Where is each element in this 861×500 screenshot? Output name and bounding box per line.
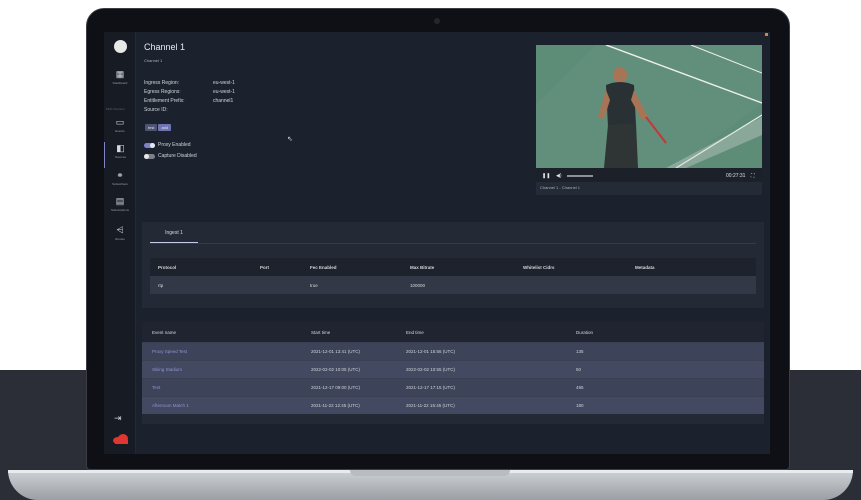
event-name-link[interactable]: Test bbox=[142, 385, 311, 390]
sidebar-item-dashboard[interactable]: ▦ Dashboard bbox=[104, 68, 136, 94]
egress-regions-label: Egress Regions: bbox=[144, 89, 181, 95]
proxy-toggle-label: Proxy Enabled bbox=[158, 142, 191, 148]
tag-chip[interactable]: test bbox=[145, 124, 158, 131]
table-row[interactable]: Test 2021-12-17 09:00 (UTC) 2021-12-17 1… bbox=[142, 378, 764, 396]
page-subtitle: Channel 1 bbox=[144, 58, 163, 63]
table-cell: 180 bbox=[576, 403, 584, 408]
column-header: Max Bitrate bbox=[410, 264, 435, 270]
sidebar-item-subscriptions[interactable]: ▤ Subscriptions bbox=[104, 195, 136, 221]
events-icon: ▭ bbox=[115, 117, 125, 127]
source-id-label: Source ID: bbox=[144, 107, 168, 113]
egress-regions-value: eu-west-1 bbox=[213, 89, 235, 95]
capture-toggle[interactable] bbox=[144, 153, 155, 159]
entitlement-prefix-value: channel1 bbox=[213, 98, 234, 104]
sidebar-item-events[interactable]: ▭ Events bbox=[104, 116, 136, 142]
dashboard-icon: ▦ bbox=[115, 69, 125, 79]
video-time: 00:27:31 bbox=[726, 173, 746, 179]
table-cell: 2021-12-17 17:15 (UTC) bbox=[406, 385, 456, 390]
sidebar-item-sources[interactable]: ◧ Sources bbox=[104, 142, 136, 168]
pause-icon[interactable]: ❚❚ bbox=[542, 173, 550, 179]
sources-icon: ◧ bbox=[116, 143, 125, 153]
ingress-region-label: Ingress Region: bbox=[144, 80, 180, 86]
table-cell: 2021-11-22 12:45 (UTC) bbox=[311, 403, 360, 408]
events-table-header: Event name Start time End time Duration bbox=[142, 322, 764, 342]
events-table-body: Proxy Speed Test 2021-12-01 13:41 (UTC) … bbox=[142, 342, 764, 414]
table-cell: 2021-11-22 15:45 (UTC) bbox=[406, 403, 455, 408]
column-header: Metadata bbox=[635, 264, 655, 270]
table-cell: 2021-12-01 15:56 (UTC) bbox=[406, 349, 456, 354]
table-cell: 135 bbox=[576, 349, 584, 354]
table-cell: 2021-12-01 13:41 (UTC) bbox=[311, 349, 361, 354]
table-cell: 495 bbox=[576, 385, 584, 390]
table-cell: true bbox=[310, 282, 318, 288]
table-row[interactable]: rtp true 100000 bbox=[150, 276, 756, 294]
proxy-toggle[interactable] bbox=[144, 142, 155, 148]
ingest-table: Protocol Port Fec Enabled Max Bitrate Wh… bbox=[150, 258, 756, 294]
column-header: Duration bbox=[576, 329, 594, 335]
ingest-table-header: Protocol Port Fec Enabled Max Bitrate Wh… bbox=[150, 258, 756, 276]
page-title: Channel 1 bbox=[144, 42, 186, 52]
video-frame bbox=[536, 45, 762, 168]
table-row[interactable]: Proxy Speed Test 2021-12-01 13:41 (UTC) … bbox=[142, 342, 764, 360]
sidebar-section-label: MDA Channel bbox=[106, 107, 125, 111]
event-name-link[interactable]: Skiing Stadium bbox=[142, 367, 311, 372]
subscribers-icon: ⚭ bbox=[116, 170, 124, 180]
column-header: End time bbox=[406, 329, 424, 335]
ingress-region-value: eu-west-1 bbox=[213, 80, 235, 86]
logout-icon[interactable]: ⇥ bbox=[114, 413, 122, 424]
table-cell: 2022-02-02 10:05 (UTC) bbox=[311, 367, 361, 372]
tag-list: test add bbox=[145, 124, 172, 131]
column-header: Whitelist Cidrs bbox=[523, 264, 555, 270]
volume-slider[interactable] bbox=[567, 175, 593, 177]
table-cell: 50 bbox=[576, 367, 582, 372]
column-header: Fec Enabled bbox=[310, 264, 337, 270]
sidebar-item-routes[interactable]: ⩤ Routes bbox=[104, 224, 136, 250]
column-header: Port bbox=[260, 264, 269, 270]
table-cell: 2022-02-02 10:55 (UTC) bbox=[406, 367, 456, 372]
expand-icon[interactable] bbox=[765, 33, 768, 36]
video-caption: Channel 1 - Channel 1 bbox=[540, 185, 581, 190]
event-name-link[interactable]: Proxy Speed Test bbox=[142, 349, 311, 354]
ingest-panel: Ingest 1 Protocol Port Fec Enabled Max B… bbox=[142, 222, 764, 308]
column-header: Protocol bbox=[158, 264, 177, 270]
table-row[interactable]: Skiing Stadium 2022-02-02 10:05 (UTC) 20… bbox=[142, 360, 764, 378]
subscriptions-icon: ▤ bbox=[115, 196, 125, 206]
routes-icon: ⩤ bbox=[116, 225, 124, 235]
app-logo[interactable] bbox=[114, 40, 127, 53]
events-table: Event name Start time End time Duration … bbox=[142, 322, 764, 424]
table-row[interactable]: Afternoon Match 1 2021-11-22 12:45 (UTC)… bbox=[142, 396, 764, 414]
cloud-logo-icon bbox=[113, 434, 128, 444]
event-name-link[interactable]: Afternoon Match 1 bbox=[142, 403, 311, 408]
table-cell: rtp bbox=[158, 282, 164, 288]
sidebar-item-subscribers[interactable]: ⚭ Subscribers bbox=[104, 169, 136, 195]
capture-toggle-row: Capture Disabled bbox=[144, 153, 197, 159]
volume-icon[interactable]: ◀) bbox=[556, 173, 562, 179]
column-header: Event name bbox=[152, 329, 177, 335]
table-cell: 100000 bbox=[410, 282, 426, 288]
entitlement-prefix-label: Entitlement Prefix: bbox=[144, 98, 185, 104]
laptop-notch bbox=[350, 470, 510, 476]
tab-ingest-1[interactable]: Ingest 1 bbox=[150, 230, 198, 243]
video-player[interactable]: ❚❚ ◀) 00:27:31 ⛶ Channel 1 - Channel 1 bbox=[536, 45, 762, 195]
capture-toggle-label: Capture Disabled bbox=[158, 153, 197, 159]
table-cell: 2021-12-17 09:00 (UTC) bbox=[311, 385, 361, 390]
sidebar: ▦ Dashboard MDA Channel ▭ Events ◧ Sourc… bbox=[104, 32, 136, 454]
tag-chip[interactable]: add bbox=[158, 124, 172, 131]
proxy-toggle-row: Proxy Enabled bbox=[144, 142, 191, 148]
fullscreen-icon[interactable]: ⛶ bbox=[751, 173, 755, 179]
column-header: Start time bbox=[311, 329, 331, 335]
mouse-cursor-icon: ⇖ bbox=[287, 136, 293, 143]
app-screen: ▦ Dashboard MDA Channel ▭ Events ◧ Sourc… bbox=[104, 32, 770, 454]
tab-divider bbox=[150, 243, 756, 244]
camera-icon bbox=[434, 18, 440, 24]
